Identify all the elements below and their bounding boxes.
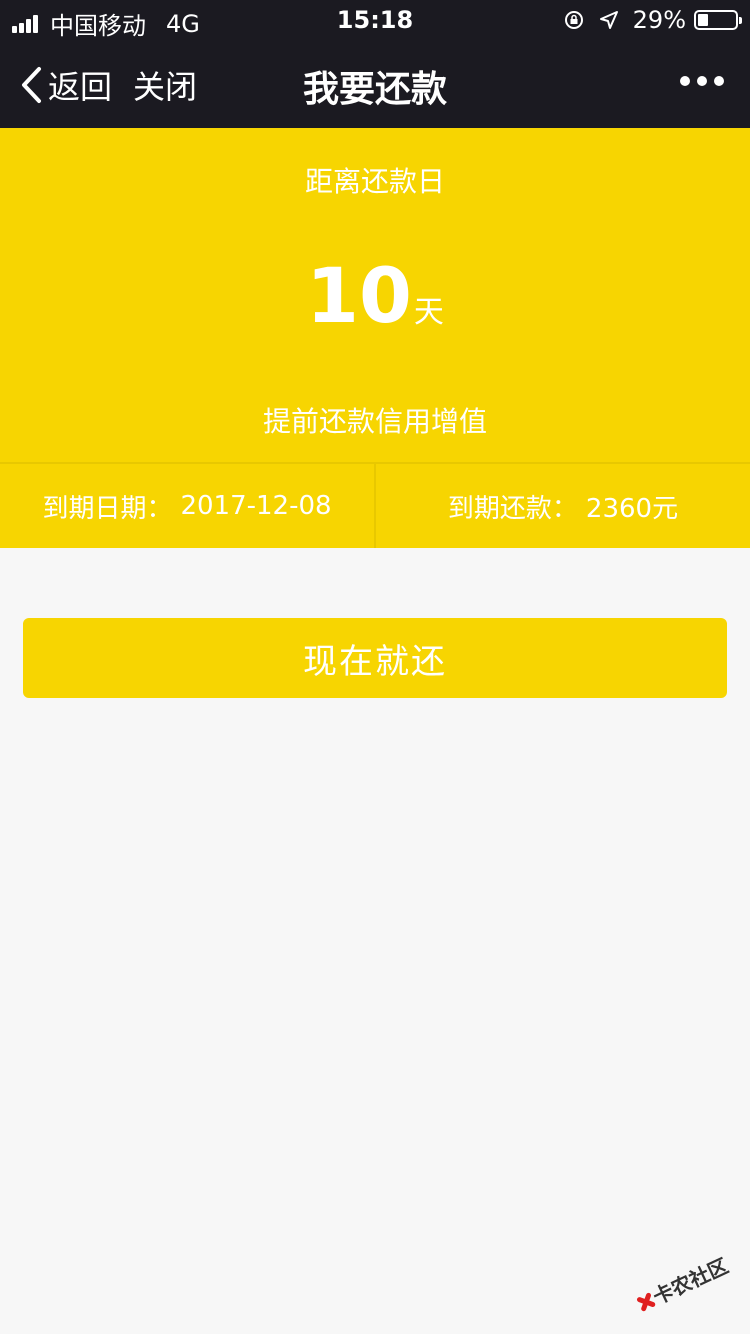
back-label: 返回 (48, 68, 113, 106)
battery-percent: 29% (632, 6, 686, 34)
back-button[interactable]: 返回 (20, 62, 112, 108)
page: 中国移动 4G 15:18 29% 返回 关闭 我要还款 距离还款日 10天 提… (0, 0, 750, 1334)
pay-now-button[interactable]: 现在就还 (23, 618, 727, 698)
page-title: 我要还款 (302, 69, 447, 110)
more-dot-icon (680, 76, 690, 86)
more-menu-button[interactable] (673, 76, 724, 86)
watermark-logo: 卡农社区 (636, 1254, 732, 1312)
due-date-label: 到期日期： (42, 493, 173, 524)
more-dot-icon (714, 76, 724, 86)
due-info-row: 到期日期： 2017-12-08 到期还款： 2360元 (0, 464, 750, 548)
hero-subtitle: 提前还款信用增值 (262, 405, 487, 438)
orientation-lock-icon (564, 11, 583, 29)
more-dot-icon (697, 76, 707, 86)
days-remaining-value: 10 (306, 251, 412, 340)
status-bar-right: 29% (563, 6, 742, 34)
countdown-label: 距离还款日 (304, 165, 445, 198)
nav-bar: 返回 关闭 我要还款 (0, 40, 750, 128)
due-amount-label: 到期还款： (447, 493, 578, 524)
chevron-left-icon (22, 67, 41, 103)
battery-icon (694, 10, 742, 30)
days-remaining: 10天 (0, 258, 750, 334)
status-bar: 中国移动 4G 15:18 29% (0, 0, 750, 40)
due-date-value: 2017-12-08 (180, 491, 332, 521)
due-amount-value: 2360元 (585, 493, 679, 524)
svg-text:卡农社区: 卡农社区 (649, 1254, 732, 1310)
location-arrow-icon (599, 11, 618, 29)
close-button[interactable]: 关闭 (133, 62, 197, 108)
due-amount-cell: 到期还款： 2360元 (376, 464, 750, 548)
repayment-summary-card: 距离还款日 10天 提前还款信用增值 到期日期： 2017-12-08 到期还款… (0, 128, 750, 548)
due-date-cell: 到期日期： 2017-12-08 (0, 464, 374, 548)
days-remaining-unit: 天 (413, 295, 444, 330)
vertical-divider (374, 464, 376, 548)
